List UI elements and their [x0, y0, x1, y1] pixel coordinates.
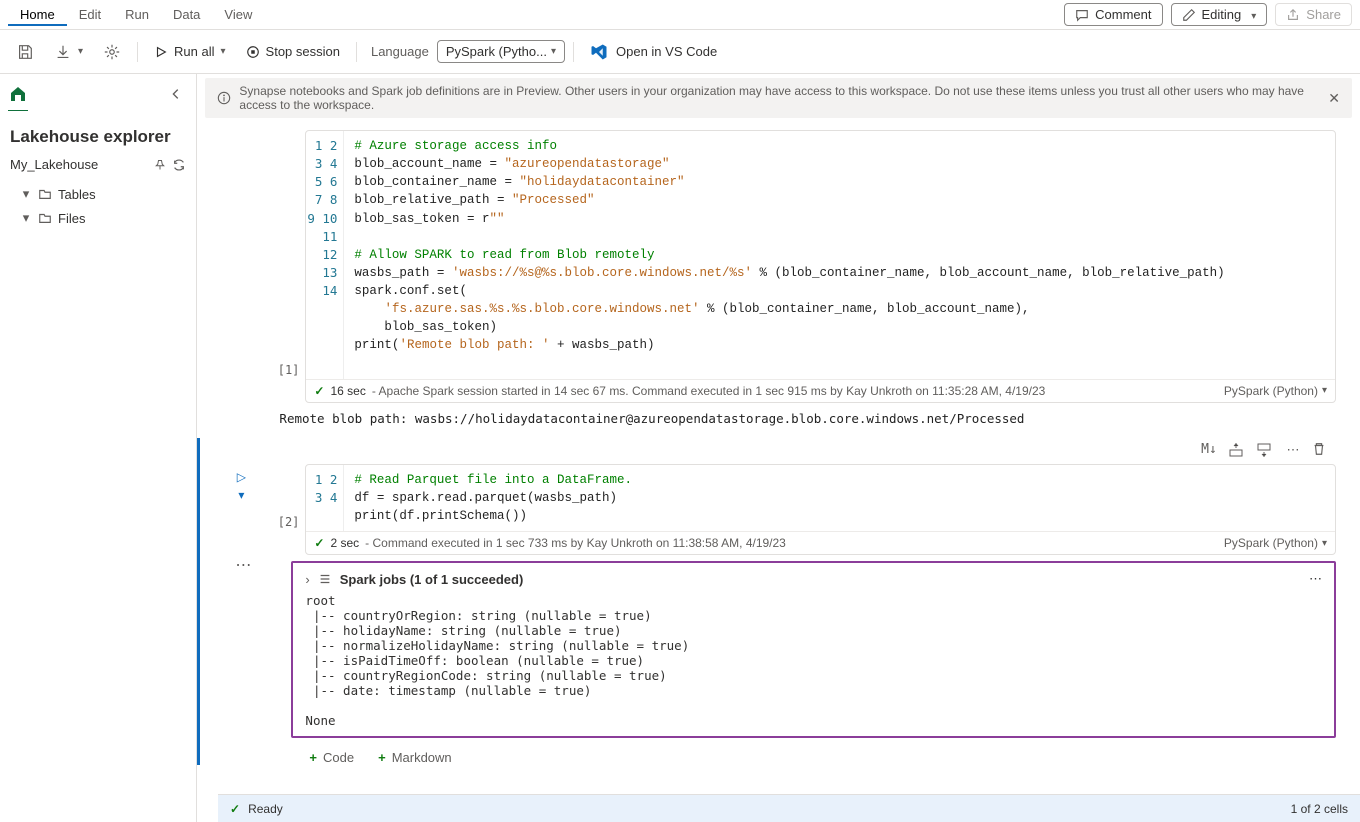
divider	[137, 42, 138, 62]
add-cell-row: +Code +Markdown	[253, 744, 1336, 765]
stop-session-button[interactable]: Stop session	[238, 40, 348, 63]
code-editor[interactable]: # Azure storage access info blob_account…	[344, 131, 1335, 379]
more-icon[interactable]: ⋯	[1284, 442, 1302, 458]
divider	[573, 42, 574, 62]
schema-output: root |-- countryOrRegion: string (nullab…	[305, 593, 1322, 728]
divider	[356, 42, 357, 62]
comment-button[interactable]: Comment	[1064, 3, 1162, 26]
refresh-icon[interactable]	[172, 158, 186, 172]
chevron-down-icon[interactable]: ▾	[238, 488, 244, 502]
download-button[interactable]: ▾	[46, 39, 91, 65]
sidebar-title: Lakehouse explorer	[0, 119, 196, 151]
cell-gutter	[221, 130, 261, 403]
info-icon	[217, 91, 231, 105]
add-code-button[interactable]: +Code	[309, 750, 354, 765]
language-value: PySpark (Pytho...	[446, 44, 547, 59]
tree-item-files[interactable]: ▾Files	[0, 206, 196, 230]
status-cells: 1 of 2 cells	[1291, 802, 1348, 816]
code-editor[interactable]: # Read Parquet file into a DataFrame. df…	[344, 465, 1335, 531]
add-markdown-button[interactable]: +Markdown	[378, 750, 452, 765]
insert-below-icon[interactable]	[1256, 442, 1274, 458]
info-bar: Synapse notebooks and Spark job definiti…	[205, 78, 1352, 118]
notebook-content: Synapse notebooks and Spark job definiti…	[197, 74, 1360, 822]
info-text: Synapse notebooks and Spark job definiti…	[239, 84, 1320, 112]
pin-icon[interactable]	[154, 159, 166, 171]
lakehouse-name: My_Lakehouse	[10, 157, 148, 172]
code-cell-active: M↓ ⋯ ▷ ▾ [2] 1 2 3 4 # Read Parquet file…	[197, 438, 1336, 765]
editing-label: Editing	[1202, 7, 1242, 22]
stop-session-label: Stop session	[266, 44, 340, 59]
status-time: 2 sec	[330, 536, 359, 550]
share-button[interactable]: Share	[1275, 3, 1352, 26]
menu-home[interactable]: Home	[8, 3, 67, 26]
chevron-down-icon	[1247, 7, 1256, 22]
cell-status: ✓ 16 sec - Apache Spark session started …	[306, 379, 1335, 402]
menu-view[interactable]: View	[212, 3, 264, 26]
cell-status: ✓ 2 sec - Command executed in 1 sec 733 …	[306, 531, 1335, 554]
editing-button[interactable]: Editing	[1171, 3, 1268, 26]
share-label: Share	[1306, 7, 1341, 22]
status-time: 16 sec	[330, 384, 365, 398]
spark-jobs-panel: › Spark jobs (1 of 1 succeeded) ⋯ root |…	[291, 561, 1336, 738]
comment-icon	[1075, 8, 1089, 22]
sidebar: Lakehouse explorer My_Lakehouse ▾Tables▾…	[0, 74, 197, 822]
check-icon: ✓	[314, 536, 324, 550]
check-icon: ✓	[314, 384, 324, 398]
comment-label: Comment	[1095, 7, 1151, 22]
cell-language-select[interactable]: PySpark (Python)	[1224, 536, 1327, 550]
lakehouse-row[interactable]: My_Lakehouse	[0, 151, 196, 178]
delete-icon[interactable]	[1312, 442, 1330, 458]
menubar: HomeEditRunDataView Comment Editing Shar…	[0, 0, 1360, 30]
share-icon	[1286, 8, 1300, 22]
pencil-icon	[1182, 8, 1196, 22]
settings-button[interactable]	[95, 39, 129, 65]
run-all-button[interactable]: Run all ▾	[146, 40, 234, 63]
main: Lakehouse explorer My_Lakehouse ▾Tables▾…	[0, 74, 1360, 822]
line-numbers: 1 2 3 4	[306, 465, 344, 531]
execution-count: [2]	[261, 511, 305, 555]
output-more-icon[interactable]: ⋯	[221, 555, 253, 575]
language-label: Language	[371, 44, 429, 59]
line-numbers: 1 2 3 4 5 6 7 8 9 10 11 12 13 14	[306, 131, 344, 379]
execution-count: [1]	[261, 359, 305, 403]
close-icon[interactable]: ✕	[1328, 90, 1340, 107]
check-icon: ✓	[230, 802, 240, 816]
open-in-vscode-button[interactable]: Open in VS Code	[590, 43, 717, 61]
cell-language-select[interactable]: PySpark (Python)	[1224, 384, 1327, 398]
tree-item-tables[interactable]: ▾Tables	[0, 182, 196, 206]
menu-data[interactable]: Data	[161, 3, 212, 26]
cell-toolbar: M↓ ⋯	[221, 438, 1336, 464]
lakehouse-icon	[8, 84, 28, 104]
vscode-label: Open in VS Code	[616, 44, 717, 59]
output-more-icon[interactable]: ⋯	[1309, 571, 1322, 587]
save-button[interactable]	[8, 39, 42, 65]
vscode-icon	[590, 43, 608, 61]
sidebar-collapse-button[interactable]	[164, 82, 188, 106]
status-ready: Ready	[248, 802, 283, 816]
markdown-convert-icon[interactable]: M↓	[1200, 442, 1218, 458]
menu-run[interactable]: Run	[113, 3, 161, 26]
insert-above-icon[interactable]	[1228, 442, 1246, 458]
spark-jobs-label: Spark jobs (1 of 1 succeeded)	[340, 572, 524, 587]
status-text: - Apache Spark session started in 14 sec…	[372, 384, 1045, 398]
cell-gutter: ▷ ▾	[221, 464, 261, 555]
menu-edit[interactable]: Edit	[67, 3, 113, 26]
cell-output: Remote blob path: wasbs://holidaydatacon…	[221, 403, 1336, 434]
run-cell-button[interactable]: ▷	[237, 470, 246, 484]
list-icon	[318, 572, 332, 586]
status-text: - Command executed in 1 sec 733 ms by Ka…	[365, 536, 786, 550]
language-select[interactable]: PySpark (Pytho...	[437, 40, 565, 63]
chevron-right-icon[interactable]: ›	[305, 572, 309, 587]
status-bar: ✓ Ready 1 of 2 cells	[218, 794, 1360, 822]
toolbar: ▾ Run all ▾ Stop session Language PySpar…	[0, 30, 1360, 74]
run-all-label: Run all	[174, 44, 214, 59]
code-cell: [1] 1 2 3 4 5 6 7 8 9 10 11 12 13 14 # A…	[221, 130, 1336, 434]
